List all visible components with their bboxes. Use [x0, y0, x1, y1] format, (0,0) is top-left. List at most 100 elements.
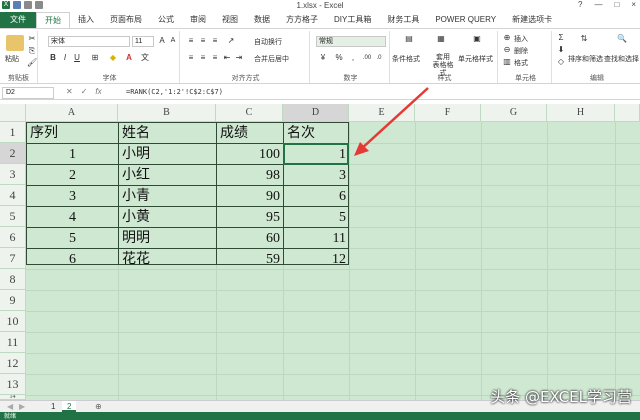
row-header-5[interactable]: 5 [0, 206, 26, 227]
cell-d1[interactable]: 名次 [284, 123, 349, 144]
cancel-icon[interactable]: ✕ [66, 87, 73, 96]
align-bottom-icon[interactable]: ≡ [210, 36, 220, 46]
row-header-12[interactable]: 12 [0, 353, 26, 374]
cell-b4[interactable]: 小青 [119, 186, 216, 207]
cell-c1[interactable]: 成绩 [217, 123, 283, 144]
cell-d3[interactable]: 3 [284, 165, 349, 186]
comma-style-icon[interactable]: , [348, 53, 358, 63]
underline-button[interactable]: U [72, 53, 82, 63]
tab-power-query[interactable]: POWER QUERY [427, 12, 504, 28]
row-header-4[interactable]: 4 [0, 185, 26, 206]
cell-a3[interactable]: 2 [27, 165, 118, 186]
cell-b2[interactable]: 小明 [119, 144, 216, 165]
decrease-indent-icon[interactable]: ⇤ [222, 53, 232, 63]
decrease-decimal-icon[interactable]: .0 [374, 53, 384, 63]
cut-icon[interactable]: ✂ [27, 34, 37, 44]
currency-icon[interactable]: ¥ [318, 53, 328, 63]
format-cells-button[interactable]: 格式 [514, 58, 528, 68]
cell-d4[interactable]: 6 [284, 186, 349, 207]
tab-formulas[interactable]: 公式 [150, 12, 182, 28]
font-name-select[interactable]: 宋体 [48, 36, 130, 47]
cell-c2[interactable]: 100 [217, 144, 283, 165]
column-header-d[interactable]: D [283, 104, 349, 122]
percent-icon[interactable]: % [334, 53, 344, 63]
column-header-a[interactable]: A [26, 104, 118, 122]
paste-button[interactable]: 粘贴 [5, 54, 19, 64]
formula-input[interactable]: =RANK(C2,'1:2'!C$2:C$7) [126, 88, 223, 96]
cell-d6[interactable]: 11 [284, 228, 349, 249]
tab-view[interactable]: 视图 [214, 12, 246, 28]
sort-filter-button[interactable]: 排序和筛选 [568, 54, 603, 64]
row-header-3[interactable]: 3 [0, 164, 26, 185]
row-header-11[interactable]: 11 [0, 332, 26, 353]
cell-d2[interactable]: 1 [284, 144, 349, 165]
sheet-tab-2[interactable]: 2 [62, 401, 77, 412]
cell-c4[interactable]: 90 [217, 186, 283, 207]
cell-a5[interactable]: 4 [27, 207, 118, 228]
tab-fangfang[interactable]: 方方格子 [278, 12, 326, 28]
name-box[interactable]: D2 [2, 87, 54, 99]
cell-styles-icon[interactable]: ▣ [468, 34, 486, 50]
insert-function-icon[interactable]: fx [95, 87, 101, 96]
align-left-icon[interactable]: ≡ [186, 53, 196, 63]
minimize-button[interactable]: — [594, 0, 602, 9]
next-sheet-icon[interactable]: ▶ [14, 401, 30, 412]
paste-icon[interactable] [6, 35, 24, 51]
row-header-1[interactable]: 1 [0, 122, 26, 143]
cell-d7[interactable]: 12 [284, 249, 349, 270]
column-header-h[interactable]: H [547, 104, 615, 122]
tab-file[interactable]: 文件 [0, 12, 36, 28]
delete-cells-icon[interactable]: ⊖ [502, 45, 512, 55]
cell-b1[interactable]: 姓名 [119, 123, 216, 144]
row-header-13[interactable]: 13 [0, 374, 26, 395]
cell-c5[interactable]: 95 [217, 207, 283, 228]
decrease-font-icon[interactable]: A [168, 36, 178, 46]
conditional-format-button[interactable]: 条件格式 [392, 54, 420, 64]
bold-button[interactable]: B [48, 53, 58, 63]
add-sheet-icon[interactable]: ⊕ [90, 401, 107, 412]
select-all-corner[interactable] [0, 104, 26, 122]
row-header-8[interactable]: 8 [0, 269, 26, 290]
tab-review[interactable]: 审阅 [182, 12, 214, 28]
cell-b7[interactable]: 花花 [119, 249, 216, 270]
help-icon[interactable]: ? [578, 0, 582, 9]
cell-a7[interactable]: 6 [27, 249, 118, 270]
cell-c7[interactable]: 59 [217, 249, 283, 270]
phonetic-icon[interactable]: 文 [140, 53, 150, 63]
tab-diy-toolbox[interactable]: DIY工具箱 [326, 12, 379, 28]
clear-icon[interactable]: ◇ [556, 57, 566, 67]
enter-icon[interactable]: ✓ [81, 87, 88, 96]
increase-decimal-icon[interactable]: .00 [362, 53, 372, 63]
sort-filter-icon[interactable]: ⇅ [576, 34, 592, 50]
autosum-icon[interactable]: Σ [556, 33, 566, 43]
delete-cells-button[interactable]: 删除 [514, 46, 528, 56]
fill-icon[interactable]: ⬇ [556, 45, 566, 55]
conditional-format-icon[interactable]: ▤ [400, 34, 418, 50]
row-header-10[interactable]: 10 [0, 311, 26, 332]
tab-insert[interactable]: 插入 [70, 12, 102, 28]
tab-home[interactable]: 开始 [36, 12, 70, 28]
tab-data[interactable]: 数据 [246, 12, 278, 28]
format-cells-icon[interactable]: ▥ [502, 57, 512, 67]
cell-styles-button[interactable]: 单元格样式 [458, 54, 493, 64]
fill-color-icon[interactable]: ◆ [108, 53, 118, 63]
format-painter-icon[interactable]: 🖌 [27, 58, 37, 68]
column-header-g[interactable]: G [481, 104, 547, 122]
cell-a1[interactable]: 序列 [27, 123, 118, 144]
row-header-2[interactable]: 2 [0, 143, 26, 164]
cell-a4[interactable]: 3 [27, 186, 118, 207]
find-select-button[interactable]: 查找和选择 [604, 54, 639, 64]
merge-center-button[interactable]: 合并后居中 [254, 54, 289, 64]
increase-font-icon[interactable]: A [157, 36, 167, 46]
font-size-select[interactable]: 11 [132, 36, 154, 47]
find-select-icon[interactable]: 🔍 [614, 34, 630, 50]
tab-page-layout[interactable]: 页面布局 [102, 12, 150, 28]
maximize-button[interactable]: □ [614, 0, 619, 9]
sheet-tab-1[interactable]: 1 [46, 401, 60, 412]
number-format-select[interactable]: 常规 [316, 36, 386, 47]
borders-icon[interactable]: ⊞ [90, 53, 100, 63]
close-button[interactable]: × [631, 0, 636, 9]
column-header-c[interactable]: C [216, 104, 283, 122]
wrap-text-button[interactable]: 自动换行 [254, 37, 282, 47]
row-header-9[interactable]: 9 [0, 290, 26, 311]
